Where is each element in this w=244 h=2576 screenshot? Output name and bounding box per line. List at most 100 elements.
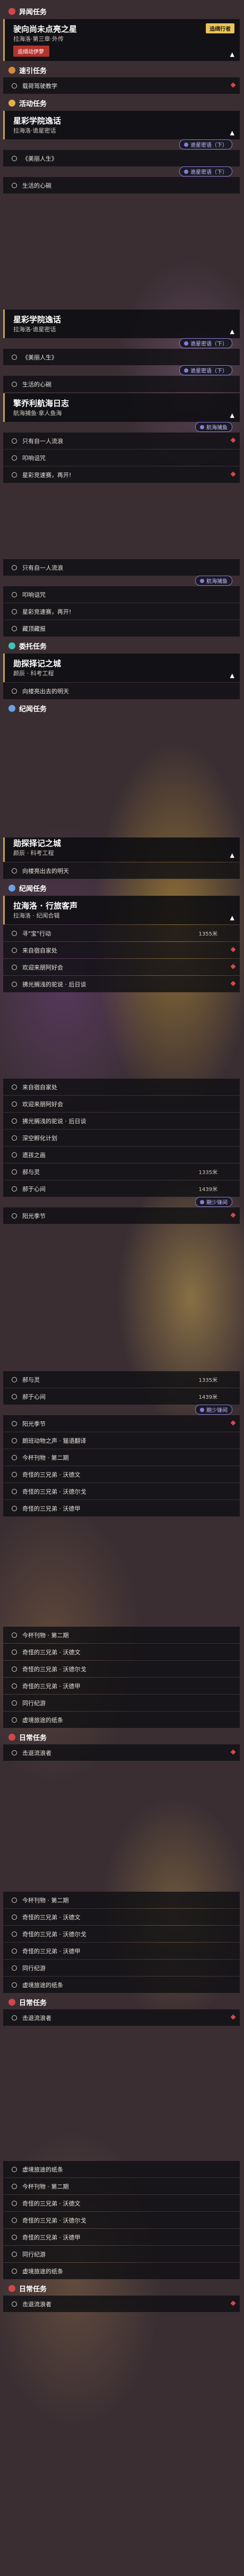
section-header[interactable]: 纪闻任务 (3, 881, 240, 895)
section-header[interactable]: 日常任务 (3, 1995, 240, 2009)
subtask-item[interactable]: 星彩竞速赛，再开! (3, 466, 240, 483)
quest-card[interactable]: 星彩学院逸话 拉海洛·诡星密话 ▲ (3, 310, 240, 338)
subtask-item[interactable]: 《美丽人生》 (3, 349, 240, 365)
subtask-item[interactable]: 向楼亮出去的明天 (3, 862, 240, 879)
subtask-label: 星彩竞速赛，再开! (22, 471, 72, 479)
subtask-item[interactable]: 阳光季节 (3, 1207, 240, 1224)
subtask-item[interactable]: 拂光搁浅的驼说 · 后日谈 (3, 1113, 240, 1129)
subtask-item[interactable]: 郝与灵 1335米 (3, 1163, 240, 1180)
subtask-item[interactable]: 击退流浪者 (3, 2296, 240, 2312)
event-tag[interactable]: 期少锋间 (195, 1197, 232, 1207)
subtask-item[interactable]: 奇怪的三兄弟 · 沃德文 (3, 2195, 240, 2211)
circle-icon (12, 1965, 17, 1971)
track-button[interactable]: 追缉动伊萝 (13, 46, 49, 57)
subtask-item[interactable]: 叩响诅咒 (3, 586, 240, 603)
subtask-item[interactable]: 奇怪的三兄弟 · 沃德甲 (3, 1500, 240, 1516)
section-header[interactable]: 活动任务 (3, 96, 240, 110)
subtask-item[interactable]: 只有自一人流浪 (3, 559, 240, 576)
subtask-item[interactable]: 奇怪的三兄弟 · 沃德甲 (3, 1943, 240, 1959)
subtask-item[interactable]: 欢迎来朋阿好会 (3, 1096, 240, 1112)
subtask-item[interactable]: 今杯刊物 · 第二期 (3, 2178, 240, 2194)
subtask-item[interactable]: 今杯刊物 · 第二期 (3, 1627, 240, 1643)
subtask-item[interactable]: 奇怪的三兄弟 · 沃德甲 (3, 1678, 240, 1694)
chevron-up-icon[interactable]: ▲ (230, 672, 234, 679)
tracking-badge[interactable]: 追缉行者 (206, 23, 234, 33)
subtask-item[interactable]: 奇怪的三兄弟 · 沃德尔戈 (3, 2212, 240, 2228)
subtask-item[interactable]: 虚境旅途的纸条 (3, 1712, 240, 1728)
circle-icon (12, 868, 17, 874)
subtask-item[interactable]: 今杯刊物 · 第二期 (3, 1449, 240, 1466)
subtask-item[interactable]: 奇怪的三兄弟 · 沃德甲 (3, 2229, 240, 2245)
subtask-item[interactable]: 遗孩之画 (3, 1146, 240, 1163)
subtask-item[interactable]: 奇怪的三兄弟 · 沃德尔戈 (3, 1483, 240, 1499)
subtask-item[interactable]: 生活的心碗 (3, 177, 240, 193)
quest-card[interactable]: 勋探择记之城 颜辰 · 科考工程 ▲ (3, 654, 240, 682)
subtask-item[interactable]: 今杯刊物 · 第二期 (3, 1892, 240, 1908)
section-header[interactable]: 日常任务 (3, 2281, 240, 2295)
subtask-item[interactable]: 阳光季节 (3, 1415, 240, 1432)
subtask-item[interactable]: 奇怪的三兄弟 · 沃德尔戈 (3, 1661, 240, 1677)
event-tag[interactable]: 诡星密语（下） (179, 365, 232, 375)
quest-title: 擎乔利航海日志 (13, 399, 69, 408)
subtask-item[interactable]: 拂光搁浅的驼说 · 后日谈 (3, 976, 240, 992)
chevron-up-icon[interactable]: ▲ (230, 51, 234, 58)
subtask-item[interactable]: 郝于心间 1439米 (3, 1388, 240, 1405)
section-header[interactable]: 异闻任务 (3, 4, 240, 18)
quest-card[interactable]: 驶向尚未点亮之星拉海洛·第三章·外传 追缉行者追缉动伊萝 ▲ (3, 19, 240, 61)
quest-card[interactable]: 擎乔利航海日志 航海捕鱼·拿人鱼海 ▲ (3, 393, 240, 422)
subtask-label: 生活的心碗 (22, 182, 51, 189)
subtask-item[interactable]: 同行纪游 (3, 1695, 240, 1711)
chevron-up-icon[interactable]: ▲ (230, 328, 234, 335)
event-tag[interactable]: 诡星密语（下） (179, 139, 232, 149)
subtask-item[interactable]: 来自宿自家处 (3, 1079, 240, 1095)
event-tag[interactable]: 期少锋间 (195, 1405, 232, 1415)
section-header-label: 纪闻任务 (19, 705, 47, 713)
subtask-item[interactable]: 朗班动物之声 · 猫语翻译 (3, 1432, 240, 1449)
subtask-item[interactable]: 载荷驾驶教学 (3, 77, 240, 94)
subtask-item[interactable]: 奇怪的三兄弟 · 沃德尔戈 (3, 1926, 240, 1942)
quest-card[interactable]: 勋探择记之城 颜辰 · 科考工程 ▲ (3, 837, 240, 862)
chevron-up-icon[interactable]: ▲ (230, 129, 234, 136)
event-tag[interactable]: 航海捕鱼 (195, 576, 232, 586)
quest-title: 驶向尚未点亮之星 (13, 24, 77, 34)
subtask-item[interactable]: 生活的心碗 (3, 376, 240, 392)
chevron-up-icon[interactable]: ▲ (230, 412, 234, 419)
quest-card[interactable]: 拉海洛 · 行旅客声 拉海洛 · 纪闻合辑 ▲ (3, 896, 240, 924)
chevron-up-icon[interactable]: ▲ (230, 852, 234, 859)
subtask-item[interactable]: 奇怪的三兄弟 · 沃德文 (3, 1909, 240, 1925)
subtask-item[interactable]: 寻"宝"行动 1355米 (3, 925, 240, 941)
subtask-item[interactable]: 欢迎来朋阿好会 (3, 959, 240, 975)
subtask-label: 载荷驾驶教学 (22, 82, 57, 90)
event-tag[interactable]: 航海捕鱼 (195, 422, 232, 432)
section-header[interactable]: 日常任务 (3, 1730, 240, 1744)
section-header[interactable]: 纪闻任务 (3, 701, 240, 715)
subtask-item[interactable]: 只有自一人流浪 (3, 433, 240, 449)
chevron-up-icon[interactable]: ▲ (230, 914, 234, 921)
subtask-item[interactable]: 向楼亮出去的明天 (3, 683, 240, 699)
subtask-item[interactable]: 奇怪的三兄弟 · 沃德文 (3, 1466, 240, 1483)
quest-subtitle: 拉海洛·第三章·外传 (13, 36, 64, 42)
subtask-item[interactable]: 奇怪的三兄弟 · 沃德文 (3, 1644, 240, 1660)
subtask-item[interactable]: 击退流浪者 (3, 2009, 240, 2026)
subtask-item[interactable]: 叩响诅咒 (3, 449, 240, 466)
event-tag[interactable]: 诡星密语（下） (179, 166, 232, 177)
quest-card[interactable]: 星彩学院逸话 拉海洛·诡星密话 ▲ (3, 111, 240, 139)
subtask-item[interactable]: 星彩竞速赛，再开! (3, 603, 240, 620)
location-marker-icon (230, 2014, 236, 2020)
subtask-item[interactable]: 深空孵化计划 (3, 1130, 240, 1146)
subtask-item[interactable]: 击退流浪者 (3, 1744, 240, 1761)
subtask-item[interactable]: 郝与灵 1335米 (3, 1371, 240, 1388)
subtask-item[interactable]: 来自宿自家处 (3, 942, 240, 958)
subtask-item[interactable]: 同行纪游 (3, 1960, 240, 1976)
section-header[interactable]: 速引任务 (3, 63, 240, 77)
circle-icon (12, 155, 17, 161)
subtask-item[interactable]: 虚境旅途的纸条 (3, 2161, 240, 2177)
event-tag[interactable]: 诡星密语（下） (179, 338, 232, 348)
subtask-item[interactable]: 虚境旅途的纸条 (3, 2263, 240, 2279)
subtask-item[interactable]: 藏顶藏报 (3, 620, 240, 637)
subtask-item[interactable]: 同行纪游 (3, 2246, 240, 2262)
section-header[interactable]: 委托任务 (3, 639, 240, 652)
subtask-item[interactable]: 郝于心间 1439米 (3, 1180, 240, 1197)
subtask-item[interactable]: 虚境旅途的纸条 (3, 1977, 240, 1993)
subtask-item[interactable]: 《美丽人生》 (3, 150, 240, 166)
